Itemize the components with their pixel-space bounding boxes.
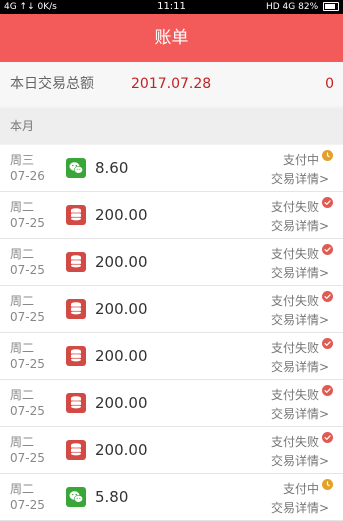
check-icon	[322, 385, 333, 396]
clock-icon	[322, 479, 333, 490]
transaction-amount: 5.80	[95, 488, 129, 506]
transaction-amount: 200.00	[95, 347, 148, 365]
page-title: 账单	[154, 28, 189, 48]
transaction-weekday: 周二	[10, 482, 35, 496]
transaction-row[interactable]: 周二 07-25 200.00 支付失败交易详情>	[0, 380, 343, 427]
transaction-weekday: 周二	[10, 200, 35, 214]
transaction-weekday: 周二	[10, 435, 35, 449]
daily-total-value: 0	[325, 76, 334, 92]
transaction-status: 支付失败	[270, 341, 319, 355]
page-header: 账单	[0, 14, 343, 62]
transaction-status: 支付失败	[270, 435, 319, 449]
transaction-status: 支付失败	[270, 294, 319, 308]
section-header-month: 本月	[0, 108, 343, 144]
transaction-amount: 200.00	[95, 394, 148, 412]
transaction-date: 07-26	[10, 169, 45, 183]
transaction-date: 07-25	[10, 263, 45, 277]
transaction-detail-link[interactable]: 交易详情>	[271, 405, 329, 422]
transaction-detail-link[interactable]: 交易详情>	[271, 499, 329, 516]
transaction-weekday: 周二	[10, 388, 35, 402]
clock-icon	[322, 150, 333, 161]
transaction-row[interactable]: 周二 07-25 200.00 支付失败交易详情>	[0, 192, 343, 239]
transaction-amount: 200.00	[95, 441, 148, 459]
coins-icon	[66, 393, 86, 413]
transaction-row[interactable]: 周二 07-25 200.00 支付失败交易详情>	[0, 286, 343, 333]
status-bar: 4G ↑↓ 0K/s 11:11 HD 4G 82%	[0, 0, 343, 14]
transaction-row[interactable]: 周二 07-25 200.00 支付失败交易详情>	[0, 333, 343, 380]
transaction-weekday: 周二	[10, 247, 35, 261]
daily-date: 2017.07.28	[131, 76, 212, 92]
check-icon	[322, 291, 333, 302]
transaction-date: 07-25	[10, 310, 45, 324]
transaction-status: 支付失败	[270, 200, 319, 214]
transaction-amount: 200.00	[95, 206, 148, 224]
transaction-date: 07-25	[10, 357, 45, 371]
transaction-detail-link[interactable]: 交易详情>	[271, 452, 329, 469]
coins-icon	[66, 205, 86, 225]
transaction-row[interactable]: 周二 07-25 5.80 支付中交易详情>	[0, 474, 343, 521]
status-bar-right: HD 4G 82%	[266, 0, 339, 14]
transaction-weekday: 周三	[10, 153, 35, 167]
transaction-amount: 200.00	[95, 300, 148, 318]
transaction-row[interactable]: 周二 07-25 200.00 支付失败交易详情>	[0, 427, 343, 474]
transaction-status: 支付失败	[270, 388, 319, 402]
transaction-detail-link[interactable]: 交易详情>	[271, 264, 329, 281]
transaction-status: 支付中	[282, 482, 319, 496]
coins-icon	[66, 299, 86, 319]
check-icon	[322, 244, 333, 255]
transaction-amount: 8.60	[95, 159, 129, 177]
transaction-detail-link[interactable]: 交易详情>	[271, 170, 329, 187]
transaction-row[interactable]: 周二 07-25 200.00 支付失败交易详情>	[0, 239, 343, 286]
transaction-date: 07-25	[10, 404, 45, 418]
coins-icon	[66, 440, 86, 460]
transaction-weekday: 周二	[10, 341, 35, 355]
transaction-list: 周三 07-26 8.60 支付中 交易详情> 周二 07-25 200.00 支付失败 交易详情…	[0, 145, 343, 521]
transaction-status: 支付失败	[270, 247, 319, 261]
battery-icon	[323, 2, 339, 11]
check-icon	[322, 197, 333, 208]
transaction-weekday: 周二	[10, 294, 35, 308]
transaction-detail-link[interactable]: 交易详情>	[271, 358, 329, 375]
status-bar-indicators: HD 4G 82%	[266, 2, 319, 12]
transaction-date: 07-25	[10, 451, 45, 465]
transaction-detail-link[interactable]: 交易详情>	[271, 311, 329, 328]
check-icon	[322, 338, 333, 349]
coins-icon	[66, 346, 86, 366]
coins-icon	[66, 252, 86, 272]
wechat-pay-icon	[66, 487, 86, 507]
daily-summary: 本日交易总额 2017.07.28 0	[0, 62, 343, 106]
transaction-amount: 200.00	[95, 253, 148, 271]
section-title: 本月	[10, 119, 35, 133]
check-icon	[322, 432, 333, 443]
transaction-date: 07-25	[10, 498, 45, 512]
transaction-detail-link[interactable]: 交易详情>	[271, 217, 329, 234]
transaction-date: 07-25	[10, 216, 45, 230]
transaction-status: 支付中	[282, 153, 319, 167]
wechat-pay-icon	[66, 158, 86, 178]
daily-total-label: 本日交易总额	[10, 76, 94, 92]
transaction-row[interactable]: 周三 07-26 8.60 支付中交易详情>	[0, 145, 343, 192]
